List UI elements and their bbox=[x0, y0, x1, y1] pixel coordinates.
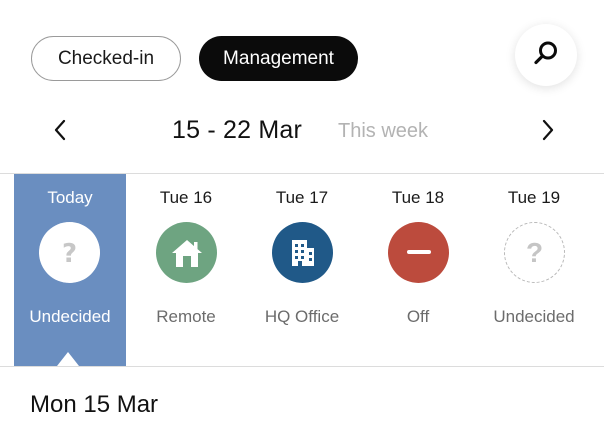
day-today[interactable]: Today ? Undecided bbox=[14, 174, 126, 366]
chevron-left-icon bbox=[53, 118, 67, 147]
previous-week-button[interactable] bbox=[47, 118, 73, 146]
search-icon bbox=[532, 39, 560, 72]
week-label: This week bbox=[338, 120, 429, 142]
day-tue-19[interactable]: Tue 19 ? Undecided bbox=[478, 174, 590, 366]
home-icon bbox=[156, 222, 217, 283]
day-name: Tue 16 bbox=[159, 188, 213, 207]
day-name: Tue 18 bbox=[391, 188, 445, 207]
day-name: Tue 19 bbox=[507, 188, 561, 207]
day-tue-17[interactable]: Tue 17 HQ Office bbox=[246, 174, 358, 366]
week-range-title: 15 - 22 Mar bbox=[172, 116, 303, 144]
next-week-button[interactable] bbox=[535, 118, 561, 146]
divider bbox=[0, 366, 604, 367]
day-status: Undecided bbox=[493, 307, 575, 326]
question-icon: ? bbox=[504, 222, 565, 283]
day-name: Today bbox=[47, 188, 93, 207]
day-status: HQ Office bbox=[264, 307, 340, 326]
day-tue-16[interactable]: Tue 16 Remote bbox=[130, 174, 242, 366]
building-icon bbox=[272, 222, 333, 283]
selected-day-pointer bbox=[57, 352, 79, 366]
svg-text:?: ? bbox=[62, 239, 77, 269]
day-strip: Today ? Undecided Tue 16 Remote Tue 17 H… bbox=[0, 174, 604, 366]
question-icon: ? bbox=[39, 222, 100, 283]
day-status: Undecided bbox=[29, 307, 111, 326]
minus-icon bbox=[388, 222, 449, 283]
selected-date-heading: Mon 15 Mar bbox=[30, 391, 159, 418]
tab-management[interactable]: Management bbox=[199, 36, 358, 81]
day-status: Remote bbox=[156, 307, 216, 326]
search-button[interactable] bbox=[515, 24, 577, 86]
tab-checked-in[interactable]: Checked-in bbox=[31, 36, 181, 81]
day-tue-18[interactable]: Tue 18 Off bbox=[362, 174, 474, 366]
chevron-right-icon bbox=[541, 118, 555, 147]
day-status: Off bbox=[406, 307, 430, 326]
day-name: Tue 17 bbox=[275, 188, 329, 207]
